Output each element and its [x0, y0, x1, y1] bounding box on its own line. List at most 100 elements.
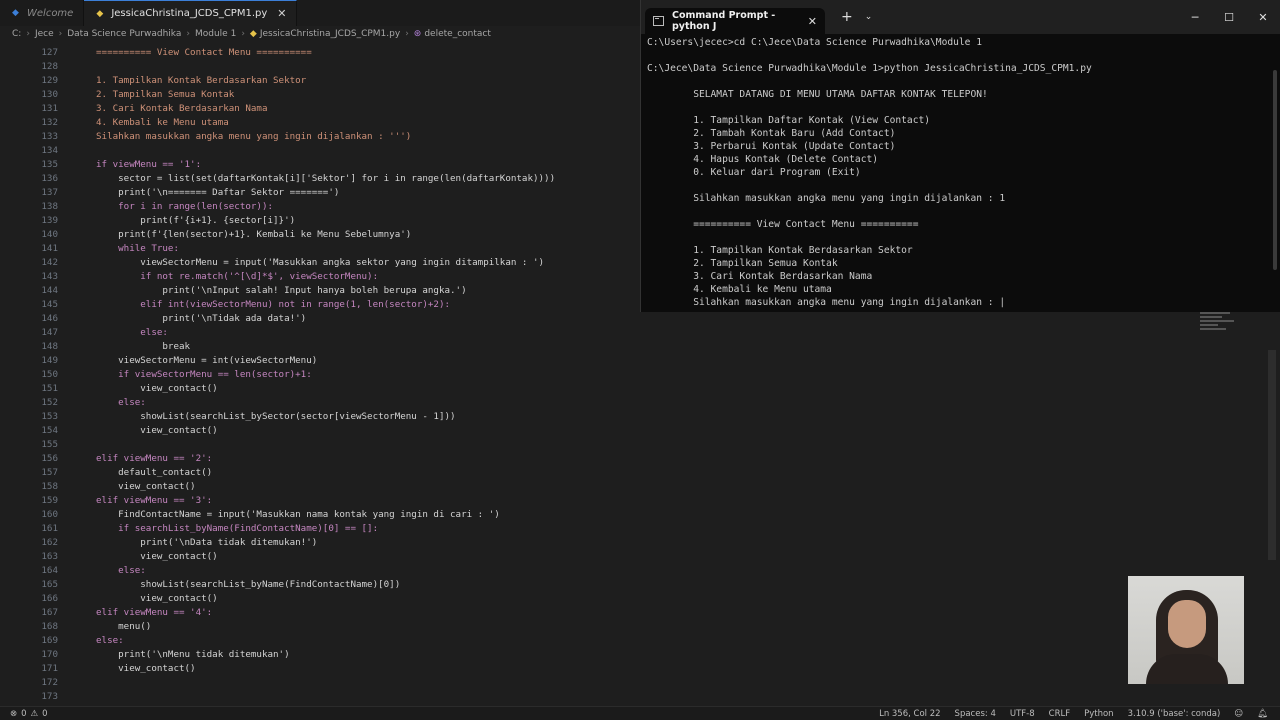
code-line[interactable]: 152 else: — [0, 396, 640, 410]
breadcrumb-item[interactable]: C: — [12, 29, 21, 39]
breadcrumb-item[interactable]: Module 1 — [195, 29, 236, 39]
code-line[interactable]: 138 for i in range(len(sector)): — [0, 200, 640, 214]
line-number: 167 — [41, 607, 58, 618]
line-number: 152 — [41, 397, 58, 408]
indentation[interactable]: Spaces: 4 — [955, 709, 996, 719]
code-line[interactable]: 141 while True: — [0, 242, 640, 256]
code-line[interactable]: 151 view_contact() — [0, 382, 640, 396]
code-line[interactable]: 153 showList(searchList_bySector(sector[… — [0, 410, 640, 424]
code-line[interactable]: 166 view_contact() — [0, 592, 640, 606]
python-interpreter[interactable]: 3.10.9 ('base': conda) — [1128, 709, 1221, 719]
code-line[interactable]: 130 2. Tampilkan Semua Kontak — [0, 88, 640, 102]
code-text: Silahkan masukkan angka menu yang ingin … — [96, 131, 412, 142]
code-line[interactable]: 167 elif viewMenu == '4': — [0, 606, 640, 620]
code-line[interactable]: 145 elif int(viewSectorMenu) not in rang… — [0, 298, 640, 312]
chevron-down-icon[interactable]: ⌄ — [865, 12, 873, 22]
code-line[interactable]: 140 print(f'{len(sector)+1}. Kembali ke … — [0, 228, 640, 242]
code-line[interactable]: 160 FindContactName = input('Masukkan na… — [0, 508, 640, 522]
warning-count[interactable]: 0 — [42, 709, 47, 719]
code-line[interactable]: 163 view_contact() — [0, 550, 640, 564]
chevron-right-icon: › — [405, 29, 409, 39]
code-line[interactable]: 134 — [0, 144, 640, 158]
line-number: 173 — [41, 691, 58, 702]
minimize-icon[interactable]: ─ — [1178, 0, 1212, 34]
code-line[interactable]: 143 if not re.match('^[\d]*$', viewSecto… — [0, 270, 640, 284]
line-number: 138 — [41, 201, 58, 212]
error-icon[interactable]: ⊗ — [10, 709, 17, 719]
code-line[interactable]: 161 if searchList_byName(FindContactName… — [0, 522, 640, 536]
cmd-tab[interactable]: Command Prompt - python J ✕ — [645, 8, 825, 34]
code-line[interactable]: 148 break — [0, 340, 640, 354]
bell-icon[interactable]: 🔔︎ — [1257, 709, 1268, 719]
code-line[interactable]: 172 — [0, 676, 640, 690]
line-number: 148 — [41, 341, 58, 352]
error-count[interactable]: 0 — [21, 709, 26, 719]
close-icon[interactable]: ✕ — [808, 15, 817, 28]
breadcrumb-item[interactable]: Jece — [35, 29, 54, 39]
code-line[interactable]: 158 view_contact() — [0, 480, 640, 494]
code-line[interactable]: 137 print('\n======= Daftar Sektor =====… — [0, 186, 640, 200]
code-line[interactable]: 146 print('\nTidak ada data!') — [0, 312, 640, 326]
code-line[interactable]: 147 else: — [0, 326, 640, 340]
code-line[interactable]: 142 viewSectorMenu = input('Masukkan ang… — [0, 256, 640, 270]
code-line[interactable]: 154 view_contact() — [0, 424, 640, 438]
end-of-line[interactable]: CRLF — [1049, 709, 1070, 719]
code-line[interactable]: 171 view_contact() — [0, 662, 640, 676]
code-line[interactable]: 149 viewSectorMenu = int(viewSectorMenu) — [0, 354, 640, 368]
status-bar: ⊗ 0 ⚠ 0 Ln 356, Col 22 Spaces: 4 UTF-8 C… — [0, 706, 1280, 720]
code-line[interactable]: 165 showList(searchList_byName(FindConta… — [0, 578, 640, 592]
warning-icon[interactable]: ⚠ — [31, 709, 39, 719]
breadcrumb-item[interactable]: JessicaChristina_JCDS_CPM1.py — [260, 29, 400, 39]
code-line[interactable]: 164 else: — [0, 564, 640, 578]
code-line[interactable]: 159 elif viewMenu == '3': — [0, 494, 640, 508]
breadcrumb-item[interactable]: delete_contact — [424, 29, 491, 39]
editor-scrollbar[interactable] — [1268, 350, 1276, 560]
code-text: print('\nMenu tidak ditemukan') — [96, 649, 290, 660]
minimap[interactable] — [1200, 312, 1240, 342]
line-number: 141 — [41, 243, 58, 254]
code-text: print('\nTidak ada data!') — [96, 313, 307, 324]
code-line[interactable]: 132 4. Kembali ke Menu utama — [0, 116, 640, 130]
code-line[interactable]: 144 print('\nInput salah! Input hanya bo… — [0, 284, 640, 298]
tab-welcome[interactable]: ◆ Welcome — [0, 0, 85, 26]
code-line[interactable]: 131 3. Cari Kontak Berdasarkan Nama — [0, 102, 640, 116]
line-number: 155 — [41, 439, 58, 450]
new-tab-icon[interactable]: + — [841, 9, 853, 25]
feedback-icon[interactable]: ☺ — [1234, 709, 1243, 719]
line-number: 166 — [41, 593, 58, 604]
code-line[interactable]: 169 else: — [0, 634, 640, 648]
code-line[interactable]: 150 if viewSectorMenu == len(sector)+1: — [0, 368, 640, 382]
command-prompt-window[interactable]: Command Prompt - python J ✕ + ⌄ ─ ☐ ✕ C:… — [640, 0, 1280, 312]
close-icon[interactable]: ✕ — [277, 7, 286, 20]
tab-python-file[interactable]: ◆ JessicaChristina_JCDS_CPM1.py ✕ — [84, 0, 298, 26]
code-line[interactable]: 129 1. Tampilkan Kontak Berdasarkan Sekto… — [0, 74, 640, 88]
code-line[interactable]: 127 ========== View Contact Menu ========… — [0, 46, 640, 60]
code-line[interactable]: 128 — [0, 60, 640, 74]
line-number: 142 — [41, 257, 58, 268]
code-line[interactable]: 136 sector = list(set(daftarKontak[i]['S… — [0, 172, 640, 186]
breadcrumb-item[interactable]: Data Science Purwadhika — [67, 29, 181, 39]
code-line[interactable]: 173 — [0, 690, 640, 704]
code-line[interactable]: 135 if viewMenu == '1': — [0, 158, 640, 172]
language-mode[interactable]: Python — [1084, 709, 1113, 719]
code-text: else: — [96, 397, 146, 408]
line-number: 163 — [41, 551, 58, 562]
code-line[interactable]: 155 — [0, 438, 640, 452]
cmd-scrollbar[interactable] — [1273, 70, 1277, 270]
cursor-position[interactable]: Ln 356, Col 22 — [879, 709, 940, 719]
code-line[interactable]: 133 Silahkan masukkan angka menu yang ing… — [0, 130, 640, 144]
code-line[interactable]: 162 print('\nData tidak ditemukan!') — [0, 536, 640, 550]
code-line[interactable]: 157 default_contact() — [0, 466, 640, 480]
line-number: 145 — [41, 299, 58, 310]
code-line[interactable]: 139 print(f'{i+1}. {sector[i]}') — [0, 214, 640, 228]
code-line[interactable]: 168 menu() — [0, 620, 640, 634]
code-text: sector = list(set(daftarKontak[i]['Sekto… — [96, 173, 556, 184]
maximize-icon[interactable]: ☐ — [1212, 0, 1246, 34]
close-window-icon[interactable]: ✕ — [1246, 0, 1280, 34]
encoding[interactable]: UTF-8 — [1010, 709, 1035, 719]
function-icon: ⊛ — [413, 29, 422, 39]
code-line[interactable]: 156 elif viewMenu == '2': — [0, 452, 640, 466]
code-line[interactable]: 170 print('\nMenu tidak ditemukan') — [0, 648, 640, 662]
code-text: viewSectorMenu = int(viewSectorMenu) — [96, 355, 318, 366]
code-text: print('\nData tidak ditemukan!') — [96, 537, 318, 548]
